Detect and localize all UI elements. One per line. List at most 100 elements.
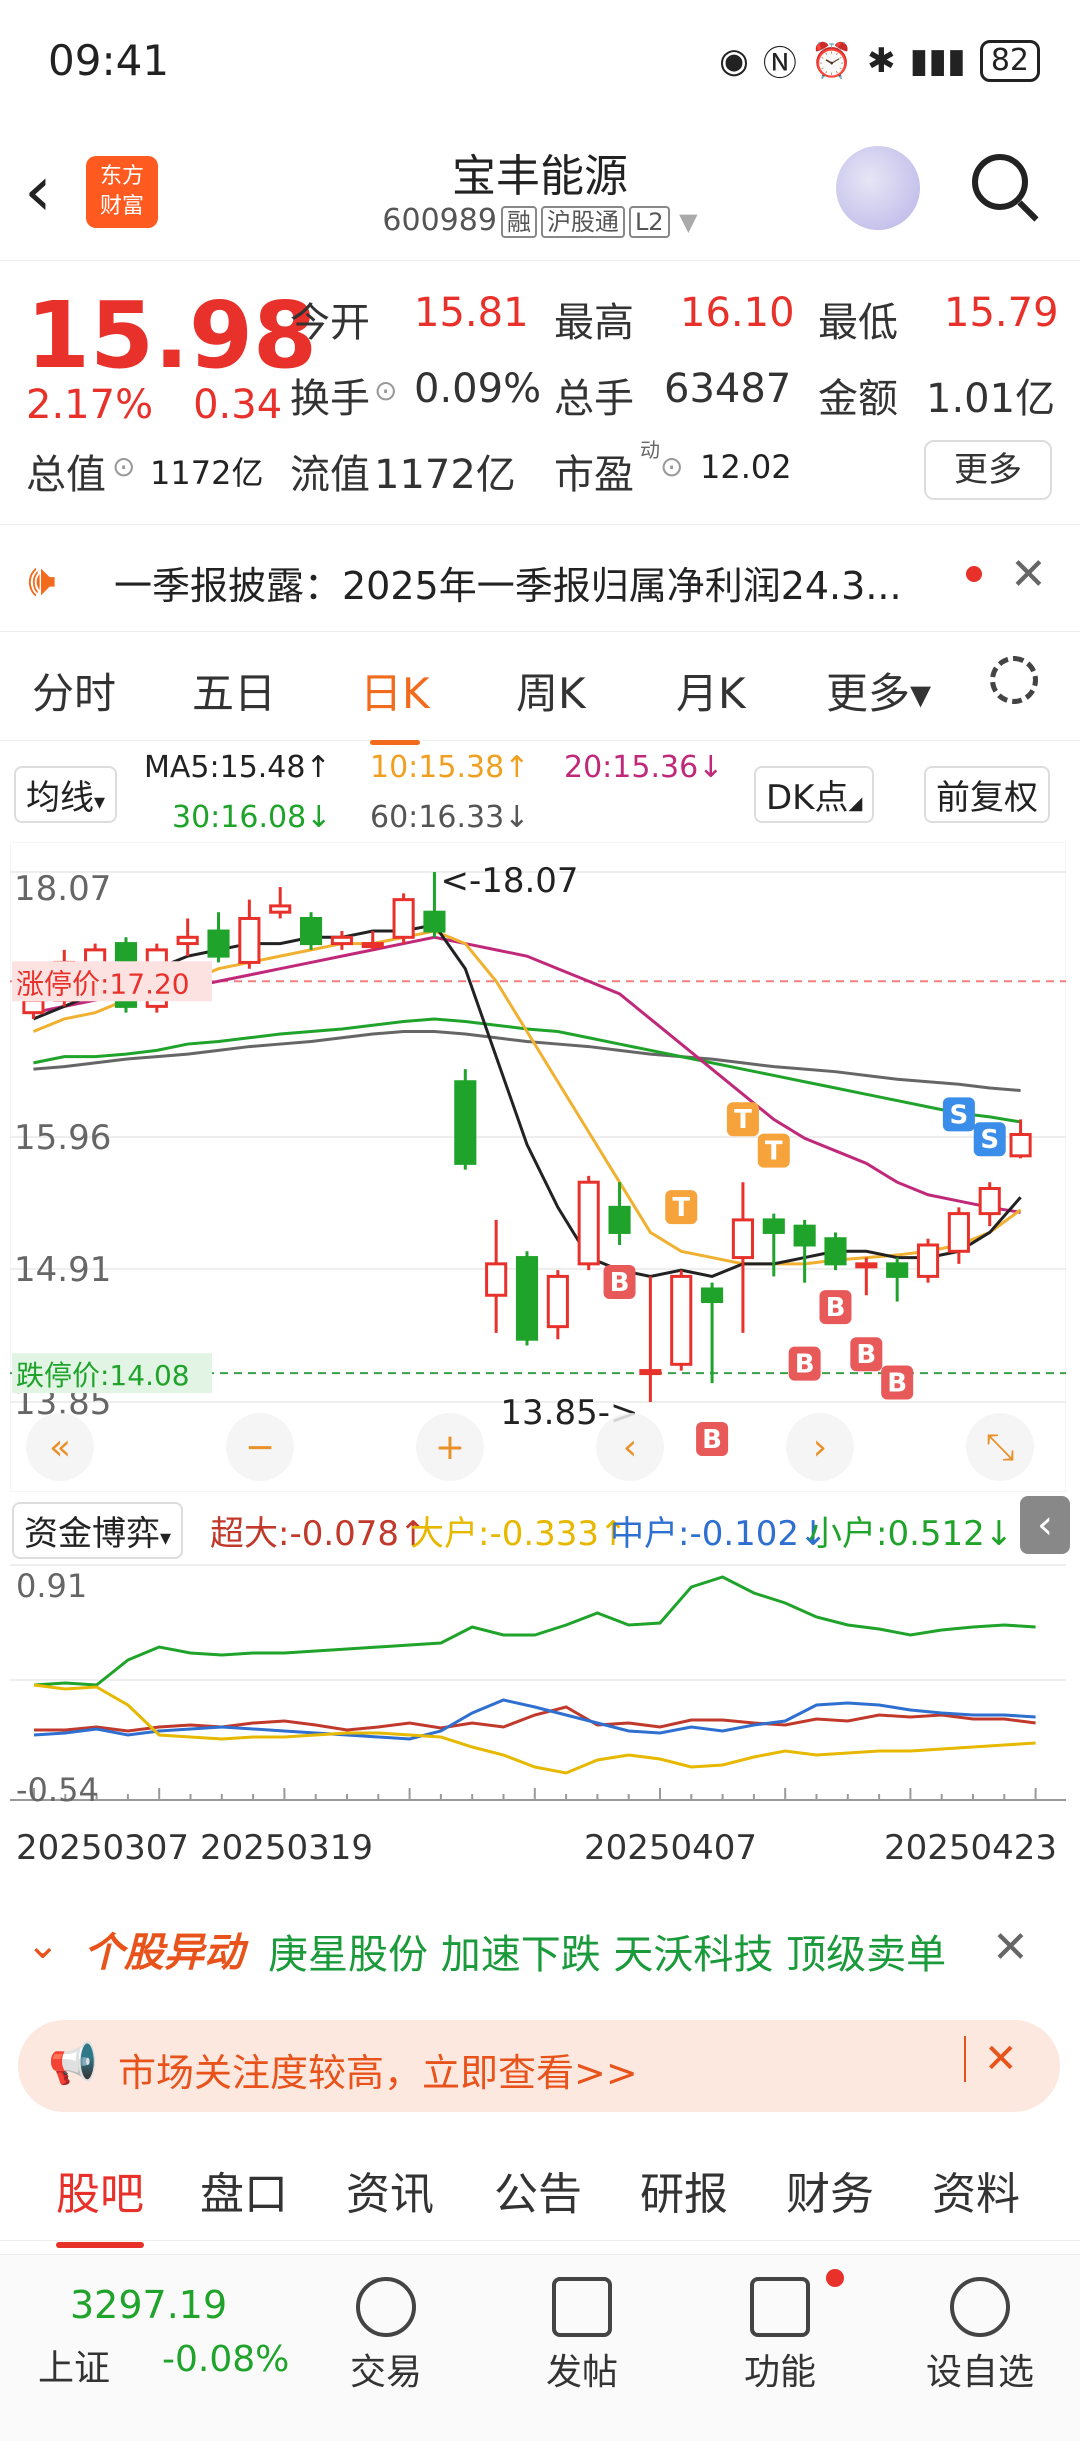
gear-icon[interactable] (990, 656, 1038, 704)
close-icon[interactable]: ✕ (964, 2036, 1018, 2082)
marker-label: B (795, 1350, 815, 1380)
float-value: 1172亿 (374, 452, 516, 498)
add-watchlist-label: 设自选 (925, 2352, 1034, 2393)
notification-dot (826, 2269, 844, 2287)
info-icon[interactable]: ⊙ (112, 450, 135, 483)
more-button[interactable]: 更多 (924, 440, 1052, 500)
ma30-value: 30:16.08↓ (172, 800, 332, 835)
tab-research[interactable]: 研报 (640, 2158, 728, 2222)
announcement-text[interactable]: 一季报披露：2025年一季报归属净利润24.3... (114, 555, 902, 610)
candle-down (515, 1256, 539, 1341)
tab-daily-k[interactable]: 日K (360, 660, 430, 745)
ma20-value: 20:15.36↓ (564, 750, 724, 785)
tag-level2: L2 (628, 206, 670, 238)
candle-up (238, 916, 261, 964)
fund-y-bottom: -0.54 (16, 1771, 99, 1805)
market-text[interactable]: 市场关注度较高，立即查看>> (118, 2042, 638, 2097)
candle-down (824, 1237, 847, 1266)
speaker-icon: 🕪 (28, 555, 56, 606)
tab-forum[interactable]: 股吧 (56, 2158, 144, 2248)
float-label: 流值 (290, 452, 370, 498)
tag-margin: 融 (500, 206, 537, 238)
info-icon[interactable]: ⊙ (660, 450, 683, 483)
post-label: 发帖 (545, 2352, 618, 2393)
collapse-panel-button[interactable]: ‹ (1020, 1496, 1070, 1554)
candle-down (207, 929, 230, 958)
content-tabs: 股吧 盘口 资讯 公告 研报 财务 资料 (0, 2140, 1080, 2248)
dk-point-selector[interactable]: DK点◢ (754, 766, 875, 823)
candle-down (454, 1080, 477, 1165)
bottom-toolbar: 3297.19 上证 -0.08% 交易 发帖 功能 设自选 (0, 2254, 1080, 2441)
ma-selector-label: 均线 (26, 778, 94, 818)
candlestick-chart[interactable]: 18.0715.9614.9113.85 BTBTTBBBBSS 涨停价:17.… (10, 842, 1066, 1492)
dk-label: DK点 (766, 778, 849, 818)
tab-orderbook[interactable]: 盘口 (200, 2158, 288, 2222)
high-label: 最高 (554, 300, 634, 346)
open-value: 15.81 (414, 290, 529, 336)
amount-value: 1.01亿 (926, 376, 1056, 422)
limit-down-label: 跌停价:14.08 (16, 1359, 190, 1392)
candle-up (269, 904, 292, 914)
tab-weekly-k[interactable]: 周K (516, 660, 586, 721)
index-name[interactable]: 上证 (38, 2339, 110, 2391)
stock-code-line[interactable]: 600989 融沪股通 L2 ▼ (0, 202, 1080, 238)
index-value[interactable]: 3297.19 (70, 2283, 227, 2327)
chevron-down-icon: ▼ (679, 208, 698, 236)
search-icon[interactable] (972, 154, 1028, 210)
tab-five-day[interactable]: 五日 (192, 660, 276, 721)
close-icon[interactable]: ✕ (992, 1922, 1029, 1973)
marker-label: S (950, 1100, 969, 1130)
add-watchlist-button[interactable]: 设自选 (910, 2277, 1050, 2395)
candle-up (978, 1186, 1001, 1216)
fund-lines (33, 1575, 1036, 1775)
adjust-selector[interactable]: 前复权 (924, 766, 1050, 823)
zoom-in-icon[interactable]: + (416, 1413, 484, 1481)
chevron-down-icon[interactable]: ⌄ (26, 1922, 60, 1968)
marker-label: T (765, 1137, 783, 1167)
info-icon[interactable]: ⊙ (374, 374, 397, 407)
post-button[interactable]: 发帖 (532, 2277, 632, 2395)
tab-news[interactable]: 资讯 (346, 2158, 434, 2222)
ma60-value: 60:16.33↓ (370, 800, 530, 835)
flow-super: 超大:-0.078↑ (210, 1514, 428, 1554)
function-button[interactable]: 功能 (730, 2277, 830, 2395)
flow-selector[interactable]: 资金博弈▾ (12, 1502, 184, 1559)
market-attention-bar[interactable]: 📢 市场关注度较高，立即查看>> ✕ (18, 2020, 1060, 2112)
tab-finance[interactable]: 财务 (786, 2158, 874, 2222)
signal-icon: ▮▮▮ (909, 40, 966, 81)
candle-down (886, 1262, 909, 1278)
trade-button[interactable]: 交易 (336, 2277, 436, 2395)
tab-monthly-k[interactable]: 月K (676, 660, 746, 721)
tab-intraday[interactable]: 分时 (32, 660, 116, 721)
close-icon[interactable]: ✕ (1010, 549, 1047, 600)
volume-label: 总手 (554, 376, 634, 422)
quote-panel: 15.98 2.17% 0.34 今开 15.81 最高 16.10 最低 15.… (0, 262, 1080, 522)
zoom-out-icon[interactable]: − (226, 1413, 294, 1481)
candle-up (916, 1243, 940, 1278)
candle-up (361, 942, 384, 949)
ma-selector[interactable]: 均线▾ (14, 766, 118, 823)
candle-up (855, 1262, 878, 1269)
more-dots-icon (950, 2277, 1010, 2337)
flow-selector-label: 资金博弈 (24, 1514, 160, 1554)
stock-alert-bar[interactable]: ⌄ 个股异动 庚星股份 加速下跌 天沃科技 顶级卖单 ✕ (0, 1900, 1080, 2000)
current-price: 15.98 (26, 282, 318, 389)
alert-text[interactable]: 庚星股份 加速下跌 天沃科技 顶级卖单 (268, 1922, 946, 1980)
next-icon[interactable]: › (786, 1413, 854, 1481)
scroll-left-icon[interactable]: « (26, 1413, 94, 1481)
marker-label: T (672, 1193, 690, 1223)
fullscreen-icon[interactable]: ⤡ (966, 1413, 1034, 1481)
prev-icon[interactable]: ‹ (596, 1413, 664, 1481)
tab-profile[interactable]: 资料 (932, 2158, 1020, 2222)
high-value: 16.10 (680, 290, 795, 336)
announcement-bar[interactable]: 🕪 一季报披露：2025年一季报归属净利润24.3... ✕ (0, 524, 1080, 632)
flow-super-line (34, 1705, 1036, 1733)
tab-announcements[interactable]: 公告 (494, 2158, 582, 2222)
tab-more[interactable]: 更多▾ (826, 660, 931, 721)
index-percent[interactable]: -0.08% (162, 2339, 289, 2380)
candle-up (577, 1180, 600, 1266)
tag-connect: 沪股通 (540, 206, 625, 238)
candle-up (330, 935, 353, 946)
robot-avatar[interactable] (836, 146, 920, 230)
max-price-annotation: <-18.07 (440, 861, 578, 901)
